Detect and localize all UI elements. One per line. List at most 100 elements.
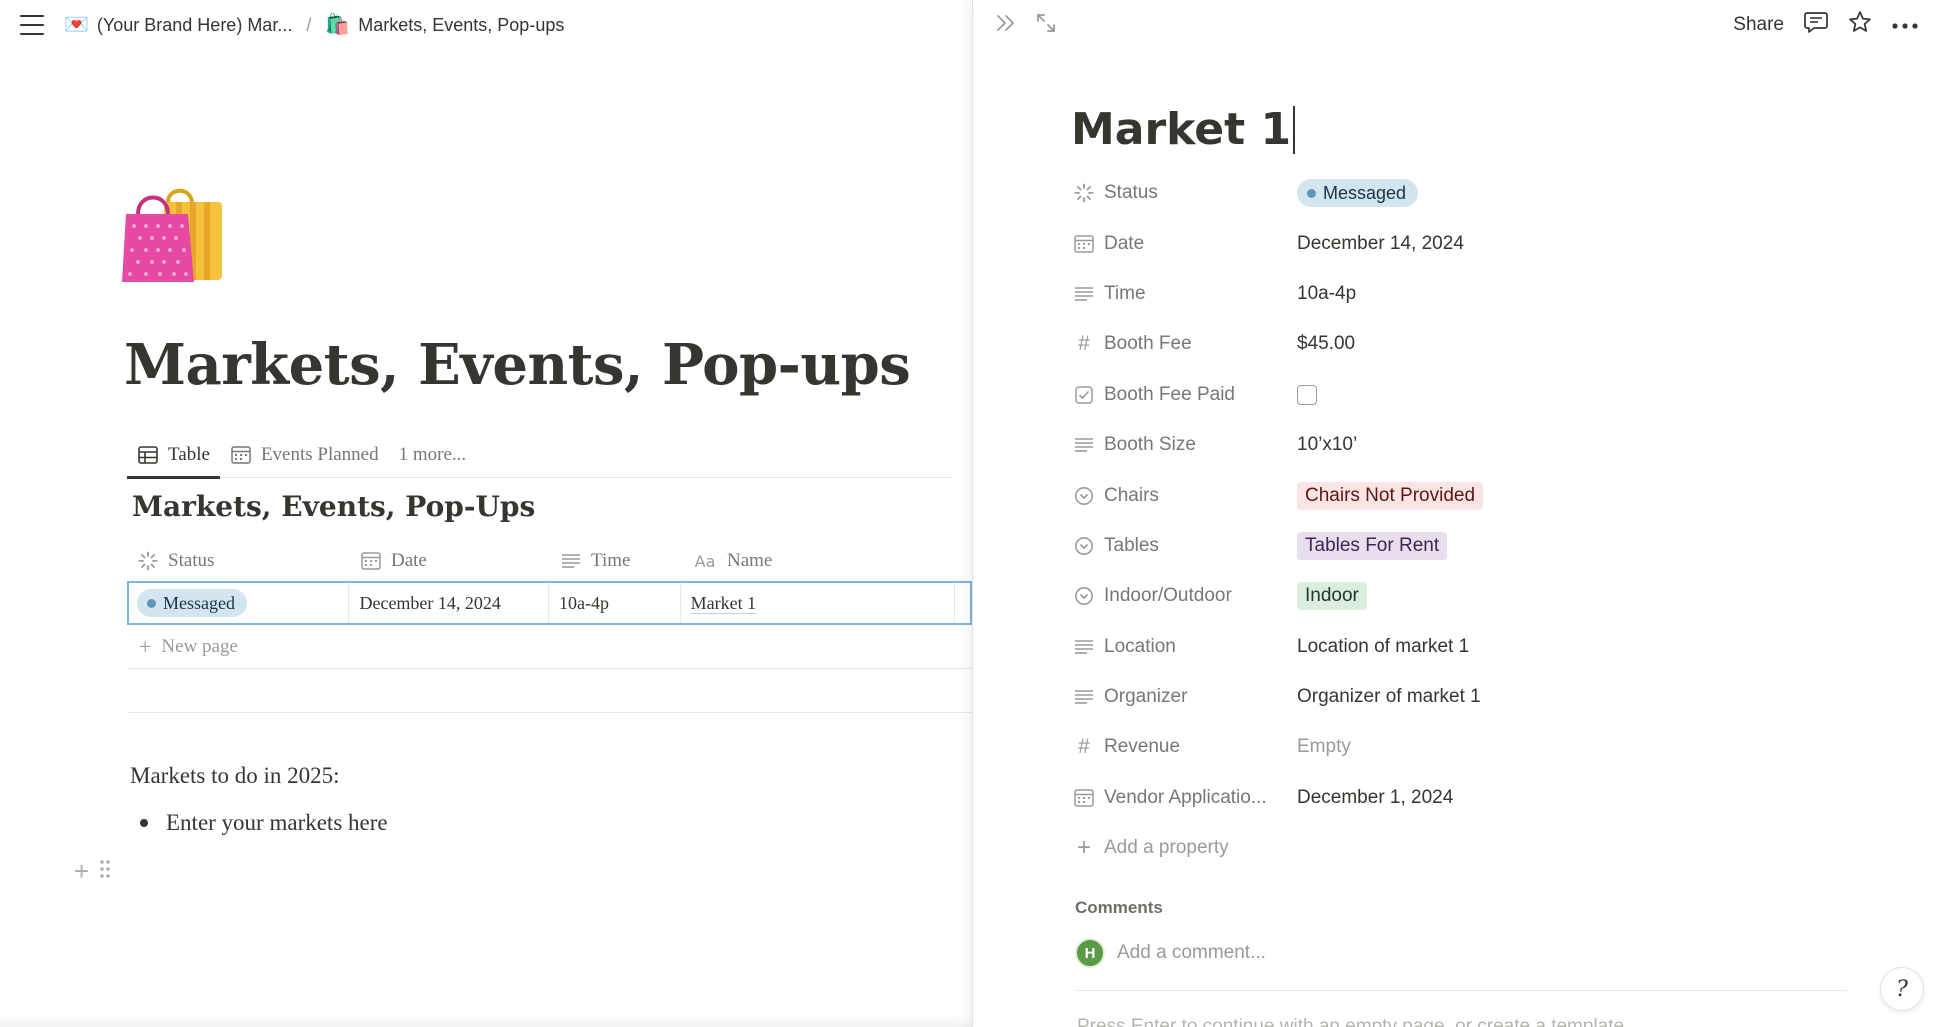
properties-list: Status Messaged Date December 14, 2024 T… xyxy=(1073,168,1893,873)
table-header: Status Date Time Aa Name xyxy=(127,540,972,582)
property-value[interactable]: 10a-4p xyxy=(1297,283,1356,305)
property-value[interactable]: $45.00 xyxy=(1297,333,1355,355)
plus-icon: + xyxy=(139,633,152,659)
breadcrumb-separator: / xyxy=(306,14,312,35)
help-button[interactable]: ? xyxy=(1880,967,1924,1011)
close-peek-icon[interactable] xyxy=(995,13,1017,38)
peek-page-title[interactable]: Market 1 xyxy=(1071,104,1296,155)
property-value-empty[interactable]: Empty xyxy=(1297,736,1351,758)
peek-actions: Share xyxy=(1733,10,1918,40)
comment-icon[interactable] xyxy=(1804,11,1828,39)
breadcrumb-parent[interactable]: 💌 (Your Brand Here) Mar... xyxy=(64,15,292,36)
property-label-text: Indoor/Outdoor xyxy=(1104,585,1232,607)
tables-tag[interactable]: Tables For Rent xyxy=(1297,531,1448,560)
property-organizer[interactable]: Organizer Organizer of market 1 xyxy=(1073,672,1893,722)
text-lines-icon xyxy=(1073,283,1095,305)
property-revenue[interactable]: # Revenue Empty xyxy=(1073,722,1893,772)
block-handles: + xyxy=(74,858,111,884)
share-button[interactable]: Share xyxy=(1733,14,1784,36)
comments-heading: Comments xyxy=(1075,898,1163,917)
cell-time[interactable]: 10a-4p xyxy=(549,583,681,623)
add-block-icon[interactable]: + xyxy=(74,858,89,884)
status-badge: Messaged xyxy=(137,589,247,617)
property-label: Date xyxy=(1073,233,1297,255)
cell-date[interactable]: December 14, 2024 xyxy=(349,583,549,623)
add-property-label: Add a property xyxy=(1104,837,1229,859)
table-icon xyxy=(137,444,159,466)
tab-events-planned-label: Events Planned xyxy=(260,443,379,465)
bullet-item[interactable]: Enter your markets here xyxy=(140,810,388,836)
status-badge[interactable]: Messaged xyxy=(1297,179,1419,208)
page-icon-shopping-bags-icon[interactable] xyxy=(120,178,230,288)
booth-fee-paid-checkbox[interactable] xyxy=(1297,384,1317,405)
new-page-button[interactable]: + New page xyxy=(127,625,972,669)
property-indoor-outdoor[interactable]: Indoor/Outdoor Indoor xyxy=(1073,571,1893,621)
property-vendor-application[interactable]: Vendor Applicatio... December 1, 2024 xyxy=(1073,773,1893,823)
property-value[interactable]: December 1, 2024 xyxy=(1297,787,1453,809)
property-label: # Revenue xyxy=(1073,736,1297,758)
number-hash-icon: # xyxy=(1078,736,1090,759)
breadcrumb-current[interactable]: 🛍️ Markets, Events, Pop-ups xyxy=(325,15,564,36)
cell-status[interactable]: Messaged xyxy=(129,583,350,623)
property-value[interactable]: Organizer of market 1 xyxy=(1297,686,1481,708)
star-icon[interactable] xyxy=(1848,10,1872,40)
cell-extra[interactable] xyxy=(955,583,970,623)
text-block[interactable]: Markets to do in 2025: xyxy=(130,763,340,789)
property-label-text: Date xyxy=(1104,232,1145,254)
property-label-text: Booth Fee Paid xyxy=(1104,383,1235,405)
property-tables[interactable]: Tables Tables For Rent xyxy=(1073,521,1893,571)
column-header-status[interactable]: Status xyxy=(127,540,350,582)
property-booth-fee[interactable]: # Booth Fee $45.00 xyxy=(1073,319,1893,369)
cell-name[interactable]: Market 1 xyxy=(681,583,955,623)
property-label-text: Revenue xyxy=(1104,736,1181,758)
breadcrumb-current-label: Markets, Events, Pop-ups xyxy=(358,14,565,35)
peek-controls xyxy=(995,12,1057,39)
page-title[interactable]: Markets, Events, Pop-ups xyxy=(124,332,911,398)
column-header-name[interactable]: Aa Name xyxy=(682,540,957,582)
plus-icon: + xyxy=(1076,837,1091,860)
comment-input[interactable]: Add a comment... xyxy=(1117,942,1266,964)
property-value[interactable]: 10’x10’ xyxy=(1297,434,1357,456)
comment-input-row[interactable]: H Add a comment... xyxy=(1075,938,1266,968)
property-label: Chairs xyxy=(1073,485,1297,507)
column-header-date[interactable]: Date xyxy=(350,540,550,582)
cell-name-label: Market 1 xyxy=(690,592,757,613)
property-label-text: Organizer xyxy=(1104,686,1188,708)
property-value[interactable]: December 14, 2024 xyxy=(1297,233,1464,255)
table-row[interactable]: Messaged December 14, 2024 10a-4p Market… xyxy=(127,581,972,625)
property-label: Tables xyxy=(1073,535,1297,557)
checkbox-icon xyxy=(1073,384,1095,406)
number-hash-icon: # xyxy=(1078,333,1090,356)
add-property-button[interactable]: + Add a property xyxy=(1073,823,1893,873)
property-label: Vendor Applicatio... xyxy=(1073,787,1297,809)
title-aa-icon: Aa xyxy=(694,551,716,571)
tab-more[interactable]: 1 more... xyxy=(389,432,477,478)
property-date[interactable]: Date December 14, 2024 xyxy=(1073,218,1893,268)
indoor-outdoor-tag[interactable]: Indoor xyxy=(1297,582,1367,611)
property-status[interactable]: Status Messaged xyxy=(1073,168,1893,218)
status-badge-label: Messaged xyxy=(1323,183,1407,204)
tab-table[interactable]: Table xyxy=(127,432,220,479)
tab-events-planned[interactable]: Events Planned xyxy=(220,432,389,478)
property-label: Status xyxy=(1073,182,1297,204)
more-options-icon[interactable] xyxy=(1892,14,1918,36)
menu-icon[interactable] xyxy=(20,15,44,35)
property-booth-size[interactable]: Booth Size 10’x10’ xyxy=(1073,420,1893,470)
peek-panel: Share Market 1 Status Messaged Date Dece… xyxy=(972,0,1946,1027)
property-label: + Add a property xyxy=(1073,837,1297,859)
property-booth-fee-paid[interactable]: Booth Fee Paid xyxy=(1073,370,1893,420)
property-label-text: Status xyxy=(1104,182,1158,204)
property-value[interactable]: Location of market 1 xyxy=(1297,636,1469,658)
top-bar: 💌 (Your Brand Here) Mar... / 🛍️ Markets,… xyxy=(0,0,972,50)
avatar: H xyxy=(1075,938,1105,968)
property-chairs[interactable]: Chairs Chairs Not Provided xyxy=(1073,470,1893,520)
view-tabs: Table Events Planned 1 more... xyxy=(127,432,953,479)
drag-handle-icon[interactable] xyxy=(99,859,111,884)
database-title[interactable]: Markets, Events, Pop-Ups xyxy=(132,490,535,523)
breadcrumb-parent-label: (Your Brand Here) Mar... xyxy=(96,14,293,35)
property-time[interactable]: Time 10a-4p xyxy=(1073,269,1893,319)
expand-icon[interactable] xyxy=(1035,12,1057,39)
column-header-time[interactable]: Time xyxy=(550,540,682,582)
property-location[interactable]: Location Location of market 1 xyxy=(1073,622,1893,672)
chairs-tag[interactable]: Chairs Not Provided xyxy=(1297,481,1484,510)
